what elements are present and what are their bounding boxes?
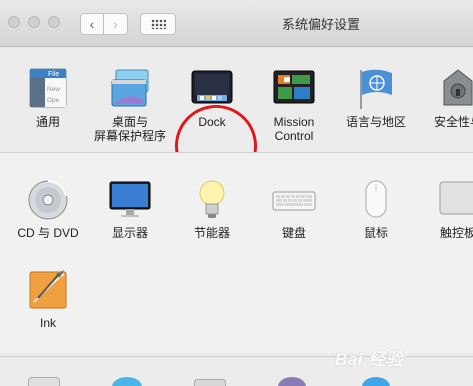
- titlebar: ‹ › 系统偏好设置: [0, 0, 473, 47]
- pane-security-privacy[interactable]: 安全性与: [413, 67, 473, 129]
- personal-section: File New Ope 通用 桌面与 屏幕保护程序 Dock Mission …: [0, 47, 473, 195]
- pane-label: 鼠标: [363, 226, 388, 240]
- partial-pane-icon[interactable]: [362, 377, 390, 386]
- pane-keyboard[interactable]: 键盘: [249, 178, 339, 240]
- pane-label: 通用: [35, 115, 60, 129]
- close-window-button[interactable]: [8, 16, 20, 28]
- chevron-right-icon: ›: [113, 16, 118, 32]
- hardware-section: CD 与 DVD 显示器 节能器 键盘 鼠标 触控板 Ink: [0, 153, 473, 353]
- pane-label: 触控板: [439, 226, 473, 240]
- pane-label: CD 与 DVD: [17, 226, 79, 240]
- cd-dvd-icon: [26, 178, 70, 222]
- mouse-icon: [354, 178, 398, 222]
- pane-mission-control[interactable]: Mission Control: [249, 67, 339, 143]
- grid-icon: [151, 19, 166, 29]
- pane-desktop-screensaver[interactable]: 桌面与 屏幕保护程序: [85, 67, 175, 143]
- desktop-screensaver-icon: [108, 67, 152, 111]
- pane-label: 桌面与 屏幕保护程序: [93, 115, 166, 143]
- pane-label: Ink: [39, 316, 56, 330]
- minimize-window-button[interactable]: [28, 16, 40, 28]
- pane-label: 显示器: [111, 226, 148, 240]
- pane-general[interactable]: File New Ope 通用: [3, 67, 93, 129]
- pane-label: 安全性与: [433, 115, 473, 129]
- language-region-icon: [354, 67, 398, 111]
- pane-label: 键盘: [281, 226, 306, 240]
- pane-label: Mission Control: [273, 115, 315, 143]
- pane-label: 语言与地区: [345, 115, 406, 129]
- partial-pane-icon[interactable]: [278, 377, 306, 386]
- zoom-window-button[interactable]: [48, 16, 60, 28]
- back-button[interactable]: ‹: [80, 13, 104, 35]
- general-icon-open-text: Ope: [47, 97, 60, 104]
- general-icon-file-text: File: [48, 71, 59, 78]
- pane-energy-saver[interactable]: 节能器: [167, 178, 257, 240]
- forward-button[interactable]: ›: [104, 13, 128, 35]
- window-title: 系统偏好设置: [282, 17, 361, 32]
- pane-label: 节能器: [193, 226, 230, 240]
- general-icon-new-text: New: [47, 86, 60, 93]
- partial-pane-icon[interactable]: [194, 379, 226, 386]
- chevron-left-icon: ‹: [89, 16, 95, 32]
- energy-saver-icon: [190, 178, 234, 222]
- pane-trackpad[interactable]: 触控板: [413, 178, 473, 240]
- partial-pane-icon[interactable]: [112, 377, 142, 386]
- ink-icon: [26, 268, 70, 312]
- partial-pane-icon[interactable]: [28, 377, 60, 386]
- keyboard-icon: [272, 178, 316, 222]
- trackpad-icon: [436, 178, 473, 222]
- baidu-watermark: Bai 经验: [335, 350, 404, 369]
- pane-displays[interactable]: 显示器: [85, 178, 175, 240]
- pane-ink[interactable]: Ink: [3, 268, 93, 330]
- system-preferences-window: ‹ › 系统偏好设置 File New Ope 通用 桌面与 屏幕保护程序 Do…: [0, 0, 473, 386]
- pane-mouse[interactable]: 鼠标: [331, 178, 421, 240]
- pane-language-region[interactable]: 语言与地区: [331, 67, 421, 129]
- show-all-button[interactable]: [140, 13, 176, 35]
- mission-control-icon: [272, 67, 316, 111]
- displays-icon: [108, 178, 152, 222]
- security-privacy-icon: [436, 67, 473, 111]
- general-icon: File New Ope: [26, 67, 70, 111]
- pane-cd-dvd[interactable]: CD 与 DVD: [3, 178, 93, 240]
